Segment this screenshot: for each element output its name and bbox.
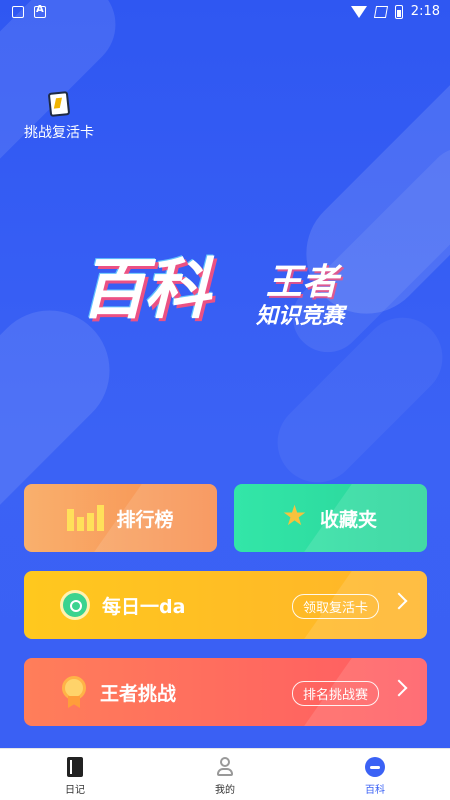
daily-label: 每日一da	[102, 595, 186, 618]
image-notification-icon	[12, 6, 24, 18]
diary-icon	[67, 757, 83, 777]
daily-icon	[60, 590, 90, 620]
king-label: 王者挑战	[100, 682, 177, 705]
claim-revive-pill[interactable]: 领取复活卡	[291, 594, 379, 619]
star-icon	[282, 504, 308, 530]
status-left	[12, 4, 46, 18]
nav-label: 日记	[65, 785, 85, 796]
ranking-challenge-pill[interactable]: 排名挑战赛	[291, 681, 379, 706]
revive-card-label: 挑战复活卡	[24, 125, 94, 141]
app-screen: 2:18 挑战复活卡 百科 王者 知识竞赛 排行榜 收藏夹 每日一da 领取复活…	[0, 0, 450, 800]
logo-sub-text: 王者	[266, 262, 339, 303]
nav-label: 百科	[365, 785, 385, 796]
a-notification-icon	[34, 4, 46, 18]
daily-quiz-button[interactable]: 每日一da 领取复活卡	[24, 571, 427, 639]
rank-label: 排行榜	[116, 508, 174, 531]
wifi-icon	[350, 5, 367, 18]
nav-item-baike[interactable]: 百科	[300, 749, 450, 800]
logo-tagline: 知识竞赛	[256, 304, 345, 329]
favorites-label: 收藏夹	[319, 508, 377, 531]
favorites-button[interactable]: 收藏夹	[234, 484, 427, 552]
rank-button[interactable]: 排行榜	[24, 484, 217, 552]
nav-item-mine[interactable]: 我的	[150, 749, 300, 800]
revive-card-button[interactable]: 挑战复活卡	[22, 91, 96, 142]
status-bar: 2:18	[0, 0, 450, 26]
battery-icon	[394, 4, 403, 19]
king-challenge-button[interactable]: 王者挑战 排名挑战赛	[24, 658, 427, 726]
app-logo: 百科 王者 知识竞赛	[80, 251, 344, 329]
logo-main-text: 百科	[80, 251, 210, 328]
nav-item-diary[interactable]: 日记	[0, 749, 150, 800]
chevron-right-icon	[390, 592, 408, 610]
nav-label: 我的	[215, 785, 235, 796]
chevron-right-icon	[390, 679, 408, 697]
no-signal-icon	[373, 5, 388, 18]
user-icon	[216, 757, 234, 777]
status-right: 2:18	[350, 4, 440, 19]
bar-chart-icon	[67, 505, 105, 531]
medal-icon	[60, 676, 88, 708]
status-time: 2:18	[410, 4, 440, 19]
bottom-nav: 日记 我的 百科	[0, 748, 450, 800]
baike-icon	[365, 757, 385, 777]
revive-card-icon	[47, 91, 71, 117]
